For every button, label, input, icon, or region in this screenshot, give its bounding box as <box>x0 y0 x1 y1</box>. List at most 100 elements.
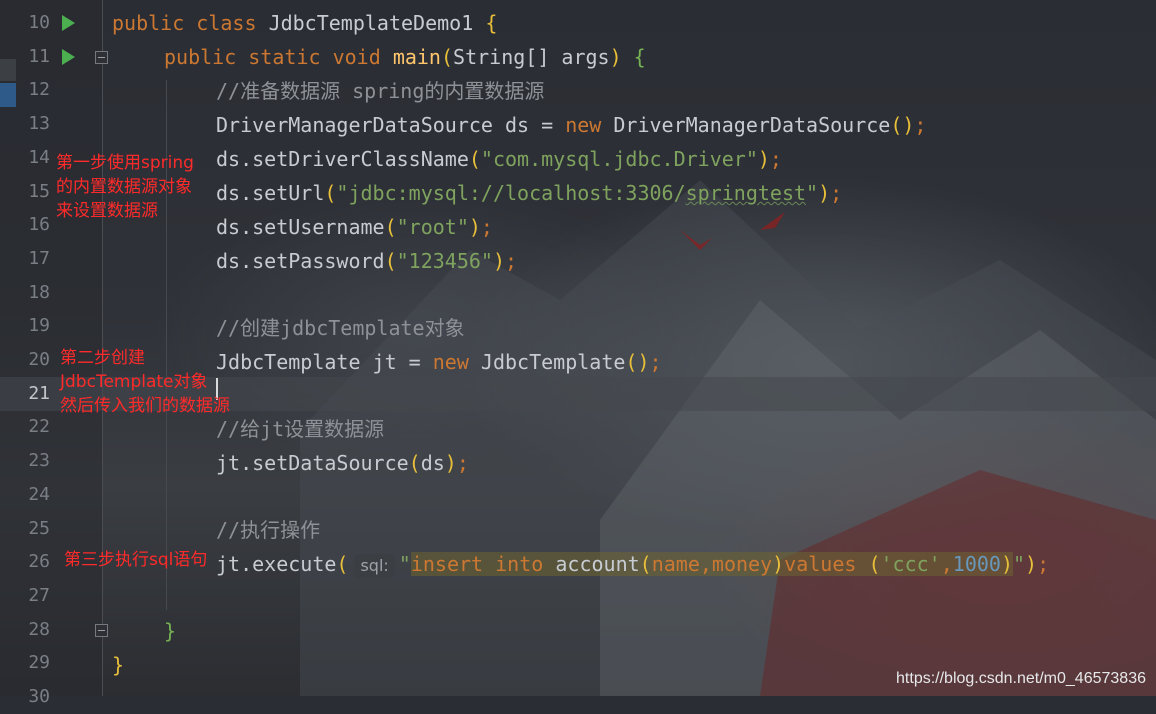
code-line-25-comment[interactable]: //执行操作 <box>216 513 320 547</box>
keyword-static: static <box>248 45 321 69</box>
sql-into: into <box>495 552 544 576</box>
sql-injection-highlight: insert into account(name,money)values ('… <box>410 552 1013 576</box>
annotation-line: 第三步执行sql语句 <box>64 550 208 570</box>
code-line-15[interactable]: ds.setUrl("jdbc:mysql://localhost:3306/s… <box>216 176 842 210</box>
sql-number-value: 1000 <box>952 552 1001 576</box>
sql-lparen: ( <box>639 552 652 576</box>
annotation-line: 然后传入我们的数据源 <box>60 396 230 416</box>
code-line-22-comment[interactable]: //给jt设置数据源 <box>216 412 384 446</box>
code-line-23[interactable]: jt.setDataSource(ds); <box>216 446 469 480</box>
semicolon: ; <box>456 451 469 475</box>
parens: () <box>625 350 650 374</box>
call: jt.setDataSource <box>216 451 409 475</box>
line-number[interactable]: 14 <box>18 141 50 175</box>
code-line-26[interactable]: jt.execute(sql: "insert into account(name… <box>216 547 1049 581</box>
editor-line-row[interactable]: 23 <box>0 444 1156 478</box>
editor-line-row[interactable]: 12 <box>0 73 1156 107</box>
lparen: ( <box>336 552 349 576</box>
semicolon: ; <box>914 113 927 137</box>
string-literal: "jdbc:mysql://localhost:3306/ <box>336 181 686 205</box>
line-number[interactable]: 22 <box>18 410 50 444</box>
watermark: https://blog.csdn.net/m0_46573836 <box>896 670 1146 687</box>
line-number[interactable]: 10 <box>18 6 50 40</box>
code-line-13[interactable]: DriverManagerDataSource ds = new DriverM… <box>216 108 926 142</box>
line-number[interactable]: 27 <box>18 579 50 613</box>
code-line-12-comment[interactable]: //准备数据源 spring的内置数据源 <box>216 74 544 108</box>
line-number[interactable]: 12 <box>18 73 50 107</box>
line-number[interactable]: 21 <box>18 377 50 411</box>
rparen: ) <box>492 249 505 273</box>
line-number[interactable]: 17 <box>18 242 50 276</box>
editor-line-row[interactable]: 24 <box>0 478 1156 512</box>
code-line-14[interactable]: ds.setDriverClassName("com.mysql.jdbc.Dr… <box>216 142 782 176</box>
annotation-line: JdbcTemplate对象 <box>60 372 208 392</box>
sql-rparen: ) <box>1000 552 1013 576</box>
semicolon: ; <box>1037 552 1050 576</box>
line-number[interactable]: 19 <box>18 309 50 343</box>
keyword-class: class <box>196 11 257 35</box>
rparen: ) <box>609 45 622 69</box>
annotation-line: 的内置数据源对象 <box>56 177 192 197</box>
line-number[interactable]: 29 <box>18 646 50 680</box>
line-number[interactable]: 24 <box>18 478 50 512</box>
code-line-11[interactable]: public static void main(String[] args) { <box>164 40 646 74</box>
rparen: ) <box>444 451 457 475</box>
line-number[interactable]: 11 <box>18 40 50 74</box>
lparen: ( <box>384 249 397 273</box>
code-line-19-comment[interactable]: //创建jdbcTemplate对象 <box>216 311 465 345</box>
call: jt.execute <box>216 552 337 576</box>
run-gutter-icon[interactable] <box>62 48 75 65</box>
semicolon: ; <box>480 215 493 239</box>
annotation-step-1: 第一步使用spring 的内置数据源对象 来设置数据源 <box>56 151 194 223</box>
editor-line-row[interactable]: 27 <box>0 579 1156 613</box>
rparen: ) <box>1025 552 1038 576</box>
line-number[interactable]: 30 <box>18 680 50 714</box>
editor-line-row[interactable]: 17 <box>0 242 1156 276</box>
lparen: ( <box>468 147 481 171</box>
sql-rparen: ) <box>772 552 785 576</box>
code-line-20[interactable]: JdbcTemplate jt = new JdbcTemplate(); <box>216 345 662 379</box>
run-gutter-icon[interactable] <box>62 15 75 31</box>
editor-line-row[interactable]: 18 <box>0 276 1156 310</box>
sql-string-value: 'ccc' <box>880 552 941 576</box>
code-line-10[interactable]: public class JdbcTemplateDemo1 { <box>112 6 497 40</box>
argument: ds <box>420 451 445 475</box>
rparen: ) <box>757 147 770 171</box>
class-name: JdbcTemplateDemo1 <box>268 11 474 35</box>
line-number[interactable]: 26 <box>18 545 50 579</box>
lparen: ( <box>440 45 454 69</box>
code-line-29-brace[interactable]: } <box>112 648 124 682</box>
constructor: DriverManagerDataSource <box>601 113 891 137</box>
editor-line-row[interactable]: 19 <box>0 309 1156 343</box>
editor-line-row[interactable]: 25 <box>0 512 1156 546</box>
line-number[interactable]: 16 <box>18 208 50 242</box>
line-number[interactable]: 15 <box>18 175 50 209</box>
lparen: ( <box>384 215 397 239</box>
annotation-line: 来设置数据源 <box>56 201 158 221</box>
line-number[interactable]: 20 <box>18 343 50 377</box>
line-number[interactable]: 25 <box>18 512 50 546</box>
line-number[interactable]: 13 <box>18 107 50 141</box>
rparen: ) <box>818 181 831 205</box>
code-line-28-brace[interactable]: } <box>164 614 176 648</box>
open-brace: { <box>633 45 646 69</box>
sql-insert: insert <box>410 552 484 576</box>
keyword-void: void <box>332 45 381 69</box>
declaration: DriverManagerDataSource ds = <box>216 113 566 137</box>
keyword-public: public <box>164 45 237 69</box>
params: String[] args <box>453 45 610 69</box>
typo-highlight: springtest <box>685 181 807 205</box>
lparen: ( <box>408 451 421 475</box>
fold-toggle-icon[interactable] <box>95 50 108 64</box>
sql-comma: , <box>940 552 953 576</box>
declaration: JdbcTemplate jt = <box>216 350 433 374</box>
call: ds.setUsername <box>216 215 385 239</box>
line-number[interactable]: 28 <box>18 613 50 647</box>
code-line-17[interactable]: ds.setPassword("123456"); <box>216 244 517 278</box>
code-line-16[interactable]: ds.setUsername("root"); <box>216 210 493 244</box>
semicolon: ; <box>769 147 782 171</box>
fold-toggle-icon[interactable] <box>95 623 108 637</box>
keyword-new: new <box>565 113 602 137</box>
line-number[interactable]: 18 <box>18 276 50 310</box>
line-number[interactable]: 23 <box>18 444 50 478</box>
